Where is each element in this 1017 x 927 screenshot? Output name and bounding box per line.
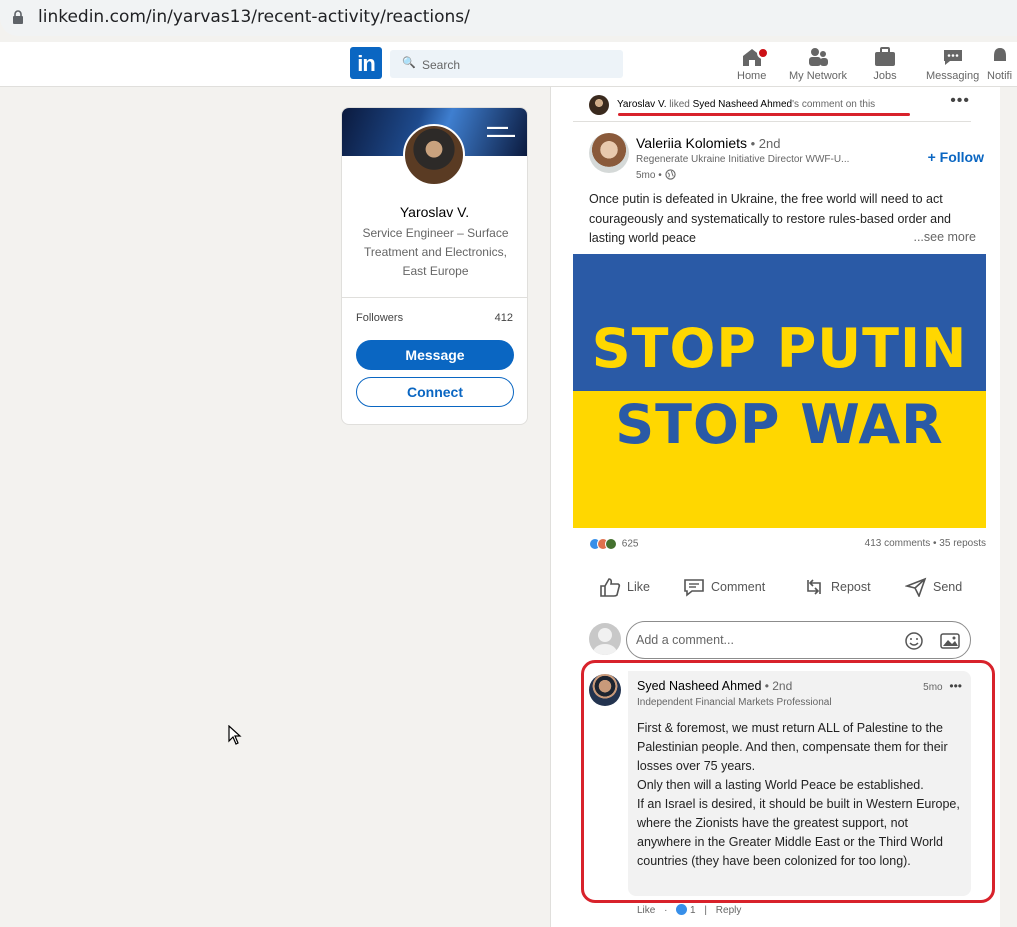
- nav-network-label: My Network: [789, 70, 848, 82]
- post-time-text: 5mo •: [636, 170, 662, 181]
- bell-icon: [993, 48, 1006, 61]
- author-avatar[interactable]: [589, 133, 629, 173]
- profile-avatar[interactable]: [403, 124, 465, 186]
- commenter-name[interactable]: Syed Nasheed Ahmed: [637, 679, 761, 693]
- profile-card: ▬▬▬ ▬▬▬▬ Yaroslav V. Service Engineer – S…: [341, 107, 528, 425]
- post-stats[interactable]: 413 comments • 35 reposts: [865, 538, 986, 549]
- thumbs-up-icon: [600, 578, 621, 597]
- commenter-degree: • 2nd: [761, 679, 793, 693]
- nav-notifications[interactable]: Notifi: [987, 46, 1012, 82]
- mouse-cursor-icon: [228, 725, 242, 745]
- activity-header: Yaroslav V. liked Syed Nasheed Ahmed's c…: [617, 99, 875, 110]
- nav-messaging[interactable]: Messaging: [926, 46, 979, 82]
- comment-like-count: 1: [690, 905, 696, 916]
- like-reaction-icon: [676, 904, 688, 915]
- image-icon[interactable]: [939, 631, 961, 651]
- send-label: Send: [933, 580, 963, 594]
- activity-verb: liked: [666, 99, 693, 110]
- nav-jobs[interactable]: Jobs: [873, 46, 897, 82]
- author-headline: Regenerate Ukraine Initiative Director W…: [636, 154, 850, 165]
- post-image[interactable]: STOP PUTIN STOP WAR: [573, 254, 986, 528]
- nav-messaging-label: Messaging: [926, 70, 980, 82]
- search-input[interactable]: 🔍 Search: [390, 50, 623, 78]
- image-text-line1: STOP PUTIN: [591, 317, 968, 380]
- followers-label: Followers: [356, 312, 404, 324]
- see-more-link[interactable]: ...see more: [913, 230, 976, 244]
- post-actions: Like Comment Repost Send: [573, 577, 973, 601]
- activity-actor[interactable]: Yaroslav V.: [617, 99, 666, 110]
- comment-reply-button[interactable]: Reply: [716, 905, 742, 916]
- repost-label: Repost: [831, 580, 871, 594]
- comment-actions: Like · 1 | Reply: [637, 904, 742, 916]
- follow-button[interactable]: + Follow: [928, 149, 984, 165]
- like-button[interactable]: Like: [599, 577, 650, 597]
- globe-icon: [664, 169, 676, 180]
- like-label: Like: [627, 580, 650, 594]
- profile-name[interactable]: Yaroslav V.: [342, 204, 527, 220]
- network-icon: [809, 48, 829, 66]
- comment-more-icon[interactable]: •••: [949, 679, 962, 693]
- send-icon: [905, 577, 927, 597]
- followers-count: 412: [494, 312, 513, 324]
- commenter-headline: Independent Financial Markets Profession…: [637, 697, 832, 708]
- nav-my-network[interactable]: My Network: [789, 46, 847, 82]
- messaging-icon: [943, 50, 962, 65]
- briefcase-icon: [875, 47, 895, 66]
- author-line: Valeriia Kolomiets • 2nd: [636, 135, 780, 151]
- comment-icon: [684, 579, 704, 597]
- more-options-icon[interactable]: •••: [950, 92, 970, 110]
- url-text[interactable]: linkedin.com/in/yarvas13/recent-activity…: [38, 7, 470, 27]
- my-avatar: [589, 623, 621, 655]
- commenter-line: Syed Nasheed Ahmed • 2nd: [637, 679, 792, 693]
- comment-label: Comment: [711, 580, 766, 594]
- highlight-underline: [618, 113, 910, 116]
- support-reaction-icon: [605, 538, 617, 550]
- add-comment-input[interactable]: Add a comment...: [626, 621, 971, 659]
- comment-time-text: 5mo: [923, 682, 943, 693]
- message-button[interactable]: Message: [356, 340, 514, 370]
- browser-address-bar[interactable]: linkedin.com/in/yarvas13/recent-activity…: [0, 0, 1017, 36]
- flag-yellow: STOP WAR: [573, 391, 986, 528]
- repost-button[interactable]: Repost: [803, 577, 871, 597]
- lock-icon: [13, 10, 23, 24]
- actor-avatar[interactable]: [589, 95, 609, 115]
- post-time: 5mo •: [636, 169, 676, 181]
- divider: [342, 297, 527, 298]
- commenter-avatar[interactable]: [589, 674, 621, 706]
- activity-suffix: 's comment on this: [792, 99, 876, 110]
- feed-post-card: Yaroslav V. liked Syed Nasheed Ahmed's c…: [550, 87, 1000, 927]
- nav-home-label: Home: [737, 70, 767, 82]
- activity-target[interactable]: Syed Nasheed Ahmed: [693, 99, 793, 110]
- top-nav: in 🔍 Search Home My Network Jobs Messagi…: [0, 42, 1017, 87]
- author-degree: • 2nd: [747, 136, 781, 151]
- banner-logo: ▬▬▬ ▬▬▬▬: [487, 124, 515, 139]
- nav-jobs-label: Jobs: [873, 70, 897, 82]
- image-text-line2: STOP WAR: [615, 393, 944, 456]
- search-icon: 🔍: [402, 57, 416, 69]
- linkedin-logo[interactable]: in: [350, 47, 382, 79]
- comment-like-button[interactable]: Like: [637, 905, 655, 916]
- comment-text: First & foremost, we must return ALL of …: [637, 721, 960, 868]
- notification-badge: [757, 47, 769, 59]
- connect-button[interactable]: Connect: [356, 377, 514, 407]
- reaction-summary[interactable]: 625: [589, 538, 638, 550]
- divider: [573, 121, 971, 122]
- flag-blue: STOP PUTIN: [573, 254, 986, 391]
- send-button[interactable]: Send: [905, 577, 962, 597]
- reaction-count: 625: [621, 538, 639, 550]
- nav-notifications-label: Notifi: [987, 70, 1013, 82]
- reaction-icons: [589, 538, 619, 550]
- comment-placeholder: Add a comment...: [636, 633, 734, 647]
- search-placeholder: Search: [422, 58, 461, 72]
- profile-title: Service Engineer – Surface Treatment and…: [362, 226, 509, 278]
- repost-icon: [807, 579, 821, 595]
- nav-home[interactable]: Home: [737, 46, 769, 82]
- emoji-icon[interactable]: [904, 631, 924, 651]
- comment-time: 5mo •••: [923, 679, 962, 693]
- author-name[interactable]: Valeriia Kolomiets: [636, 135, 747, 151]
- comment-button[interactable]: Comment: [683, 577, 765, 597]
- post-text: Once putin is defeated in Ukraine, the f…: [589, 192, 951, 245]
